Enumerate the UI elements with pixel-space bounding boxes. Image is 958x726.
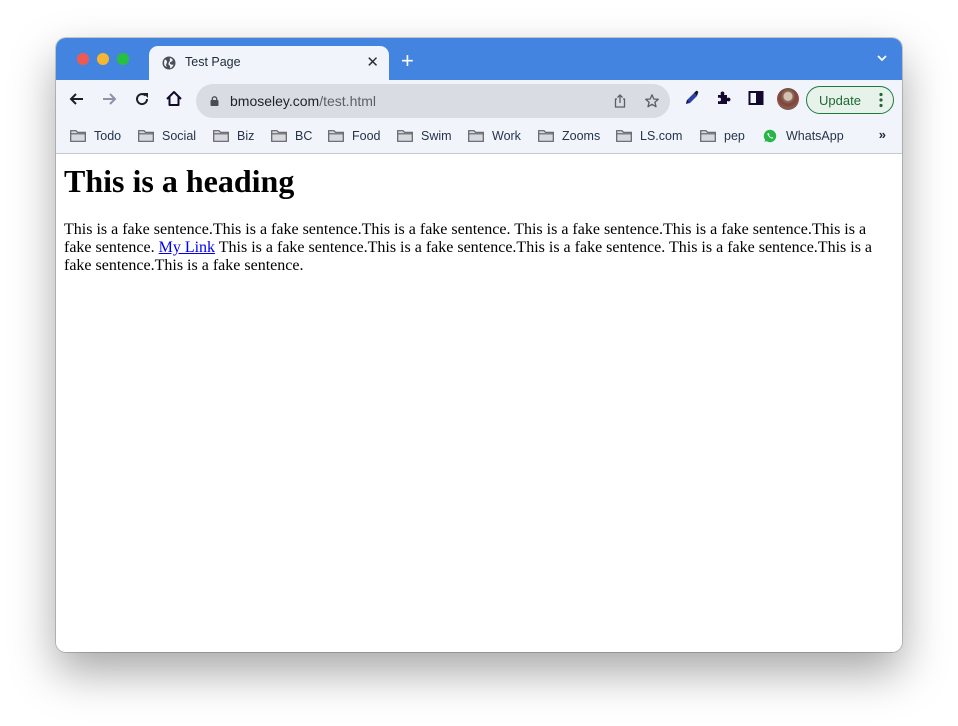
bookmark-biz[interactable]: Biz (213, 128, 254, 144)
folder-icon (700, 130, 716, 142)
forward-icon[interactable] (99, 89, 119, 109)
side-panel-icon[interactable] (747, 89, 765, 107)
bookmark-todo[interactable]: Todo (70, 128, 121, 144)
bookmark-zooms[interactable]: Zooms (538, 128, 600, 144)
bookmark-work[interactable]: Work (468, 128, 521, 144)
bookmark-whatsapp[interactable]: WhatsApp (763, 128, 844, 144)
update-label: Update (819, 93, 861, 108)
toolbar: bmoseley.com/test.html Update (56, 80, 902, 118)
folder-icon (138, 130, 154, 142)
folder-icon (616, 130, 632, 142)
page-content: This is a heading This is a fake sentenc… (56, 155, 902, 652)
lock-icon[interactable] (210, 96, 219, 106)
folder-icon (70, 130, 86, 142)
url-path: /test.html (319, 93, 377, 109)
bookmark-social[interactable]: Social (138, 128, 196, 144)
address-bar[interactable]: bmoseley.com/test.html (196, 84, 670, 118)
folder-icon (328, 130, 344, 142)
more-bookmarks-button[interactable]: » (879, 127, 886, 142)
home-icon[interactable] (164, 89, 184, 109)
whatsapp-icon (763, 129, 777, 143)
close-tab-icon[interactable]: ✕ (366, 53, 379, 71)
minimize-window-button[interactable] (97, 53, 109, 65)
browser-window: Test Page ✕ + bmoseley.com/test.html Upd… (56, 38, 902, 652)
new-tab-button[interactable]: + (401, 50, 414, 72)
reload-icon[interactable] (132, 89, 152, 109)
bookmark-pep[interactable]: pep (700, 128, 745, 144)
url-domain: bmoseley.com (230, 93, 320, 109)
tab-test-page[interactable]: Test Page ✕ (149, 46, 389, 80)
puzzle-icon[interactable] (715, 89, 733, 107)
chevron-down-icon[interactable] (876, 52, 888, 64)
back-icon[interactable] (67, 89, 87, 109)
folder-icon (213, 130, 229, 142)
bookmarks-bar: Todo Social Biz BC Food Swim Work Zooms (56, 118, 902, 154)
page-paragraph: This is a fake sentence.This is a fake s… (64, 221, 894, 275)
bookmark-food[interactable]: Food (328, 128, 381, 144)
my-link[interactable]: My Link (159, 239, 215, 256)
bookmark-swim[interactable]: Swim (397, 128, 452, 144)
update-button[interactable]: Update (806, 86, 894, 114)
title-bar: Test Page ✕ + (56, 38, 902, 80)
globe-icon (162, 56, 176, 70)
star-icon[interactable] (644, 93, 660, 109)
more-menu-icon[interactable] (879, 92, 883, 108)
maximize-window-button[interactable] (117, 53, 129, 65)
folder-icon (468, 130, 484, 142)
page-heading: This is a heading (64, 163, 295, 199)
bookmark-ls-com[interactable]: LS.com (616, 128, 682, 144)
folder-icon (271, 130, 287, 142)
folder-icon (538, 130, 554, 142)
share-icon[interactable] (612, 93, 628, 109)
profile-avatar[interactable] (777, 88, 799, 110)
url-text[interactable]: bmoseley.com/test.html (230, 93, 376, 109)
folder-icon (397, 130, 413, 142)
close-window-button[interactable] (77, 53, 89, 65)
tab-title: Test Page (185, 55, 241, 69)
bookmark-bc[interactable]: BC (271, 128, 312, 144)
eyedropper-icon[interactable] (683, 89, 701, 107)
